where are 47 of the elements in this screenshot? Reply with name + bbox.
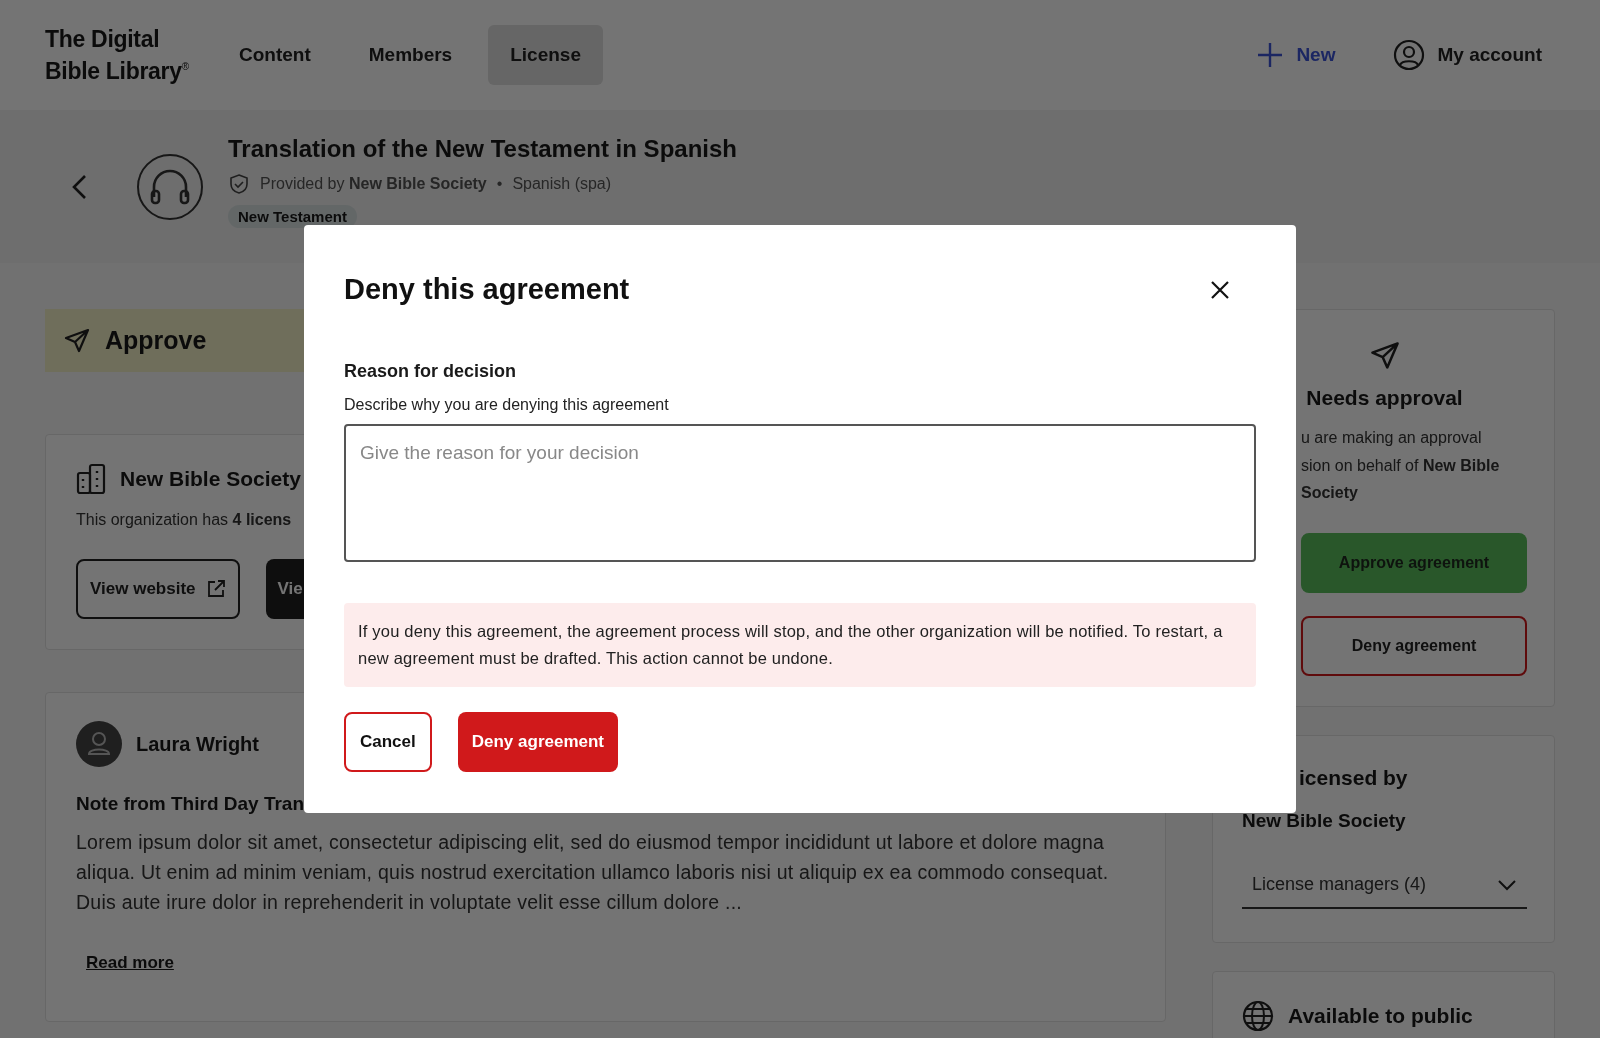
approval-title: Needs approval xyxy=(1305,386,1464,410)
chevron-down-icon xyxy=(1497,878,1517,891)
provider-text: Provided by New Bible Society xyxy=(260,175,487,193)
paper-plane-icon xyxy=(1368,340,1401,372)
dialog-button[interactable]: Cancel xyxy=(344,712,432,772)
avatar-icon xyxy=(76,721,122,767)
nav-tab[interactable]: License xyxy=(488,25,603,85)
author-name: Laura Wright xyxy=(136,732,259,756)
language-text: Spanish (spa) xyxy=(512,175,612,193)
field-hint: Describe why you are denying this agreement xyxy=(344,396,670,414)
note-heading: Note from Third Day Tran xyxy=(76,793,306,815)
organization-name: New Bible Society xyxy=(120,467,301,491)
dialog-title: Deny this agreement xyxy=(344,273,630,306)
field-label: Reason for decision xyxy=(344,361,518,382)
note-text: Lorem ipsum dolor sit amet, consectetur adipiscing elit, sed do eiusmod tempor incididunt ut labore et dolore magna aliqua. Ut enim ad minim veniam, quis nostrud exercitation ullamco laboris nisi ut aliquip ex ea commodo consequat. Duis aute irure dolor in reprehenderit in voluptate velit esse cillum dolore ... xyxy=(76,830,1110,915)
paper-plane-icon xyxy=(63,326,91,355)
headphones-icon xyxy=(136,152,204,221)
nav-tab[interactable]: Members xyxy=(346,25,475,85)
banner-title: Approve xyxy=(105,326,207,355)
plus-icon xyxy=(1256,41,1285,69)
shield-check-icon xyxy=(228,173,250,195)
read-more-link[interactable]: Read more xyxy=(86,953,174,973)
globe-icon xyxy=(1242,1000,1274,1032)
nav-tab[interactable]: Content xyxy=(217,25,333,85)
user-icon xyxy=(1393,39,1426,71)
close-icon[interactable] xyxy=(1210,279,1230,300)
agreement-button[interactable]: Deny agreement xyxy=(1301,615,1527,676)
licensed-title: icensed by xyxy=(1299,766,1409,790)
external-link-icon xyxy=(205,579,226,599)
building-icon xyxy=(76,463,108,495)
public-title: Available to public xyxy=(1288,1004,1473,1028)
organization-button[interactable]: View website xyxy=(76,559,240,619)
agreement-button[interactable]: Approve agreement xyxy=(1301,532,1527,593)
organization-summary: This organization has 4 licens xyxy=(76,511,293,529)
managers-dropdown[interactable]: License managers (4) xyxy=(1242,864,1527,909)
separator-dot: • xyxy=(496,175,503,193)
tag: New Testament xyxy=(228,205,357,228)
account-button[interactable]: My account xyxy=(1393,39,1542,71)
reason-field[interactable]: Give the reason for your decision xyxy=(344,424,1256,562)
licensor-name: New Bible Society xyxy=(1242,810,1407,832)
logo[interactable]: The Digital Bible Library$^{®}$ xyxy=(45,25,205,85)
approval-text: u are making an approval sion on behalf of New Bible Society xyxy=(1301,428,1501,503)
dialog-button[interactable]: Deny agreement xyxy=(457,712,619,772)
new-button[interactable]: New xyxy=(1256,41,1336,69)
resource-title: Translation of the New Testament in Spanish xyxy=(228,135,737,163)
back-icon[interactable] xyxy=(70,172,88,201)
warning-message: If you deny this agreement, the agreement process will stop, and the other organization will be notified. To restart, a new agreement must be drafted. This action cannot be undone. xyxy=(344,603,1256,687)
